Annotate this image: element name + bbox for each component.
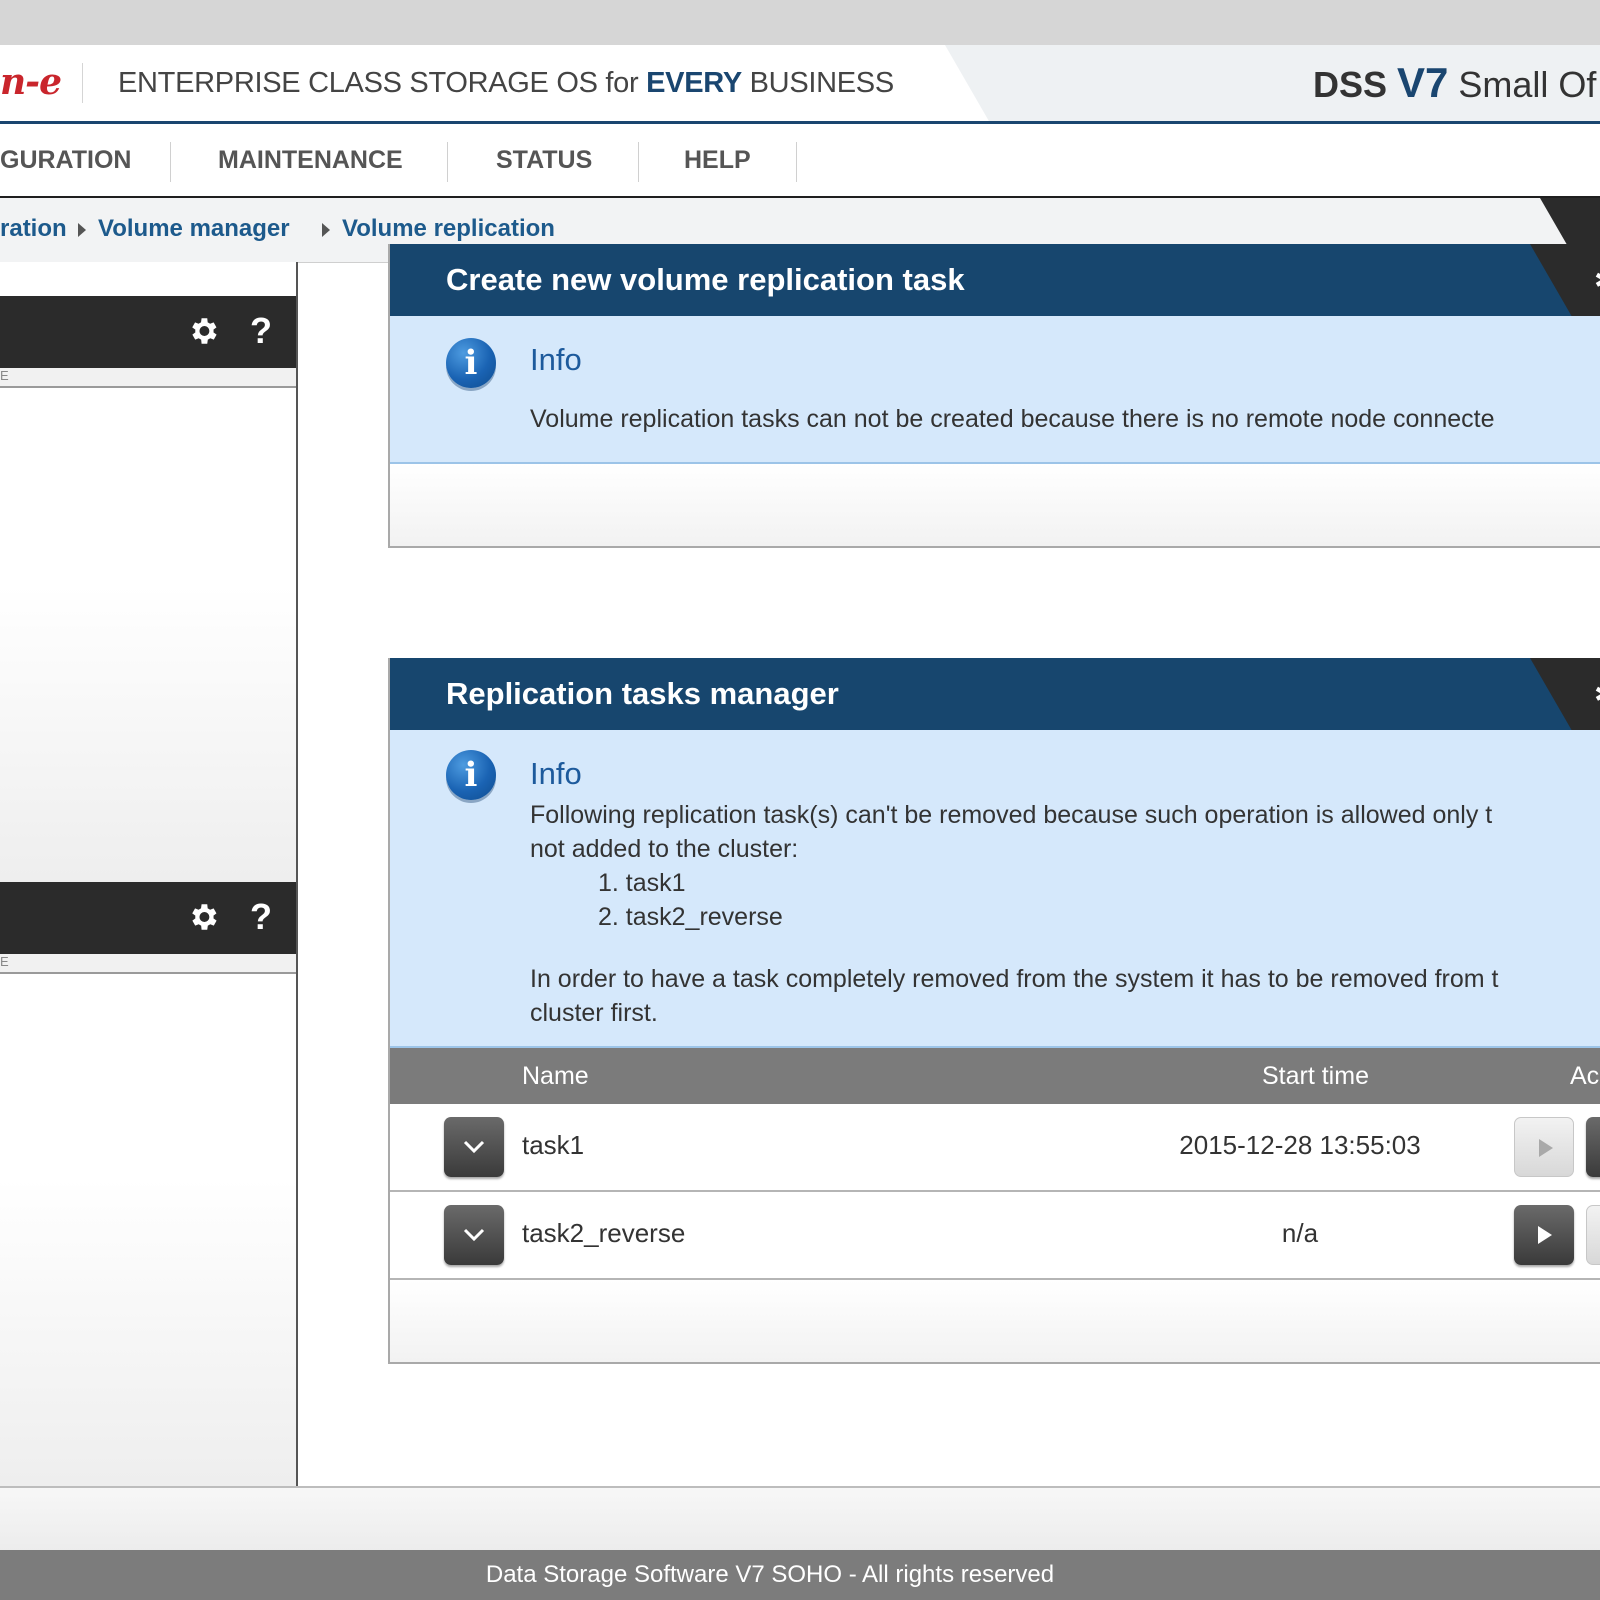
replication-tasks-manager-panel: Replication tasks manager ✱ i Info Follo… xyxy=(388,658,1600,1364)
nav-item-maintenance[interactable]: MAINTENANCE xyxy=(218,146,403,175)
info-text: Following replication task(s) can't be r… xyxy=(530,801,1493,829)
info-text: In order to have a task completely remov… xyxy=(530,965,1499,993)
column-header-actions: Ac xyxy=(1570,1062,1600,1090)
tagline-part1: ENTERPRISE CLASS STORAGE OS for xyxy=(118,67,647,99)
left-panel-body xyxy=(0,388,296,882)
create-replication-task-panel: Create new volume replication task ✱ i I… xyxy=(388,244,1600,548)
info-box: i Info Volume replication tasks can not … xyxy=(390,316,1600,464)
breadcrumb-arrow-icon xyxy=(322,223,330,237)
stop-task-button[interactable] xyxy=(1586,1117,1600,1177)
task-start-time: n/a xyxy=(1281,1218,1319,1248)
tagline-part2: BUSINESS xyxy=(741,67,895,99)
tagline-highlight: EVERY xyxy=(646,67,742,99)
nav-item-status[interactable]: STATUS xyxy=(496,146,592,175)
nav-separator xyxy=(796,142,797,182)
info-text: cluster first. xyxy=(530,999,658,1027)
left-column: ? E ? E xyxy=(0,262,298,1486)
chevron-down-icon xyxy=(463,1228,485,1242)
table-row: task2_reverse n/a xyxy=(390,1192,1600,1280)
help-icon[interactable]: ? xyxy=(250,310,272,352)
left-panel-header: ? xyxy=(0,882,296,954)
product-prefix: DSS xyxy=(1313,64,1398,105)
panel-footer xyxy=(390,1280,1600,1362)
task-name: task1 xyxy=(522,1130,585,1160)
panel-footer xyxy=(390,464,1600,546)
nav-item-configuration[interactable]: GURATION xyxy=(0,146,131,175)
browser-top-strip xyxy=(0,0,1600,45)
left-panel-strip-text: E xyxy=(0,954,9,969)
breadcrumb-arrow-icon xyxy=(78,223,86,237)
panel-header-tab xyxy=(1530,658,1600,730)
expand-button[interactable] xyxy=(444,1205,504,1265)
info-text: not added to the cluster: xyxy=(530,835,799,863)
info-box: i Info Following replication task(s) can… xyxy=(390,730,1600,1048)
task-start-time: 2015-12-28 13:55:03 xyxy=(1179,1130,1421,1160)
nav-separator xyxy=(447,142,448,182)
logo-divider xyxy=(82,63,83,103)
app-window: n-e ENTERPRISE CLASS STORAGE OS for EVER… xyxy=(0,0,1600,1600)
gear-icon[interactable]: ✱ xyxy=(1594,264,1600,297)
panel-title: Replication tasks manager xyxy=(446,676,839,711)
info-title: Info xyxy=(530,342,582,377)
table-header: Name Start time Ac xyxy=(390,1048,1600,1104)
gear-icon[interactable] xyxy=(186,314,220,348)
chevron-down-icon xyxy=(463,1140,485,1154)
footer: Data Storage Software V7 SOHO - All righ… xyxy=(0,1550,1600,1600)
product-edition: Small Of xyxy=(1448,64,1597,105)
stop-task-button[interactable] xyxy=(1586,1205,1600,1265)
info-list-item: 1. task1 xyxy=(598,869,686,897)
info-list-item: 2. task2_reverse xyxy=(598,903,783,931)
info-icon: i xyxy=(446,338,496,388)
task-name: task2_reverse xyxy=(522,1218,686,1248)
play-icon xyxy=(1538,1226,1552,1244)
play-icon xyxy=(1539,1139,1553,1157)
expand-button[interactable] xyxy=(444,1117,504,1177)
start-task-button[interactable] xyxy=(1514,1117,1574,1177)
info-icon: i xyxy=(446,750,496,800)
column-header-name[interactable]: Name xyxy=(522,1062,589,1091)
breadcrumb-volume-replication[interactable]: Volume replication xyxy=(342,215,555,243)
breadcrumb-volume-manager[interactable]: Volume manager xyxy=(98,215,290,243)
bottom-band xyxy=(0,1486,1600,1552)
help-icon[interactable]: ? xyxy=(250,896,272,938)
start-task-button[interactable] xyxy=(1514,1205,1574,1265)
footer-text: Data Storage Software V7 SOHO - All righ… xyxy=(485,1561,1055,1588)
nav-item-help[interactable]: HELP xyxy=(684,146,751,175)
product-name: DSS V7 Small Of xyxy=(1313,59,1596,107)
nav-separator xyxy=(638,142,639,182)
panel-header: Create new volume replication task ✱ xyxy=(390,244,1600,316)
header: n-e ENTERPRISE CLASS STORAGE OS for EVER… xyxy=(0,45,1600,124)
product-version: V7 xyxy=(1397,59,1449,106)
left-panel-body xyxy=(0,974,296,1486)
nav-separator xyxy=(170,142,171,182)
left-panel-strip: E xyxy=(0,368,296,388)
column-header-start-time[interactable]: Start time xyxy=(1262,1062,1369,1091)
panel-header: Replication tasks manager ✱ xyxy=(390,658,1600,730)
left-panel-strip: E xyxy=(0,954,296,974)
info-text: Volume replication tasks can not be crea… xyxy=(530,405,1495,433)
panel-title: Create new volume replication task xyxy=(446,262,965,297)
breadcrumb-configuration[interactable]: ration xyxy=(0,215,67,243)
left-panel-header: ? xyxy=(0,296,296,368)
logo[interactable]: n-e xyxy=(0,61,62,103)
info-title: Info xyxy=(530,756,582,791)
tagline: ENTERPRISE CLASS STORAGE OS for EVERY BU… xyxy=(118,67,894,100)
gear-icon[interactable] xyxy=(186,900,220,934)
table-row: task1 2015-12-28 13:55:03 xyxy=(390,1104,1600,1192)
panel-header-tab xyxy=(1530,244,1600,316)
main-nav: GURATION MAINTENANCE STATUS HELP xyxy=(0,124,1600,198)
left-panel-strip-text: E xyxy=(0,368,9,383)
gear-icon[interactable]: ✱ xyxy=(1594,678,1600,711)
